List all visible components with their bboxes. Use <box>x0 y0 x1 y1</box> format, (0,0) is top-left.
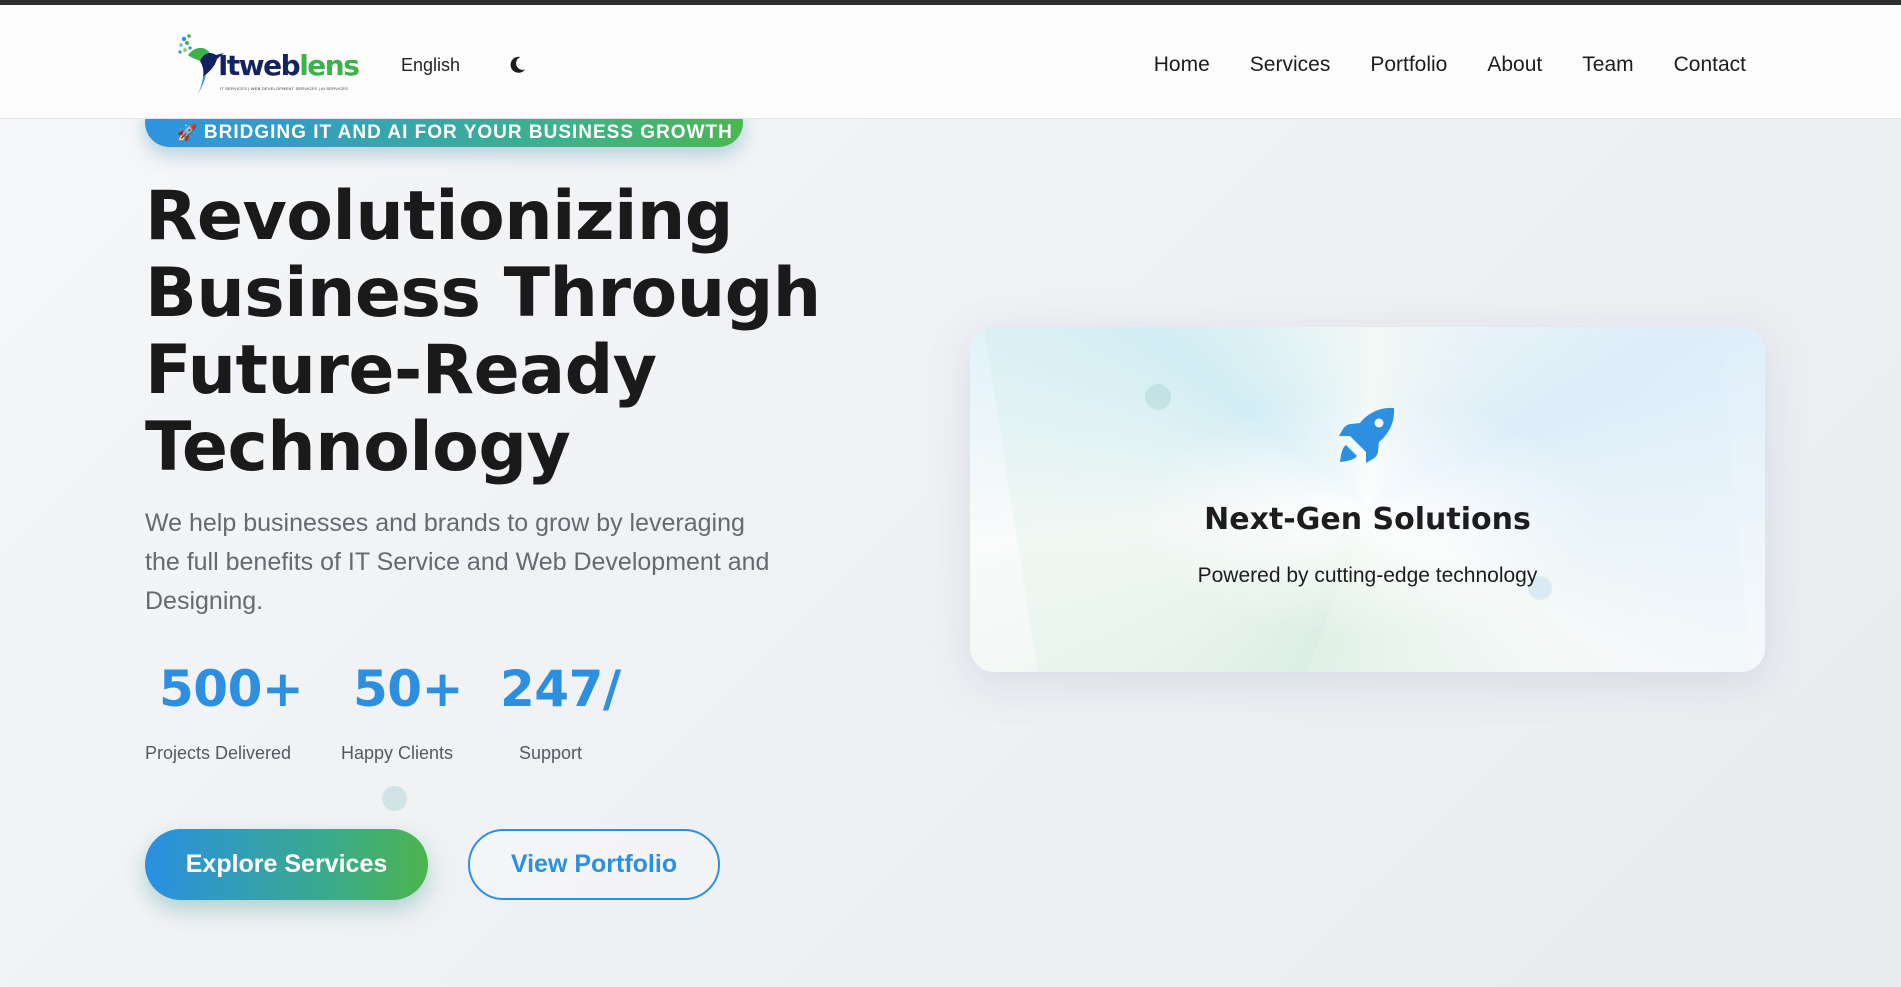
nav-home[interactable]: Home <box>1154 53 1210 77</box>
explore-services-button[interactable]: Explore Services <box>145 829 428 900</box>
stat-clients-value: 50+ <box>353 660 463 718</box>
logo-tagline: IT SERVICES | WEB DEVELOPMENT SERVICES |… <box>220 86 349 91</box>
hero-title-line: Revolutionizing <box>145 177 733 256</box>
card-glow <box>970 327 1765 672</box>
stat-clients-label: Happy Clients <box>341 743 454 763</box>
nav-contact[interactable]: Contact <box>1674 53 1746 77</box>
stat-support-value: 247/ <box>500 660 621 718</box>
nav-team[interactable]: Team <box>1582 53 1633 77</box>
hero-title: Revolutionizing Business Through Future-… <box>145 178 845 486</box>
site-header: Itweblens IT SERVICES | WEB DEVELOPMENT … <box>0 5 1901 119</box>
nav-services[interactable]: Services <box>1250 53 1331 77</box>
main-nav: Home Services Portfolio About Team Conta… <box>1154 53 1746 77</box>
badge-text: BRIDGING IT AND AI FOR YOUR BUSINESS GRO… <box>203 121 733 143</box>
hero-title-line: Business Through <box>145 254 821 333</box>
hero-title-line: Technology <box>145 408 571 487</box>
rocket-emoji-icon: 🚀 <box>177 124 198 142</box>
site-logo[interactable]: Itweblens IT SERVICES | WEB DEVELOPMENT … <box>176 31 360 97</box>
nav-about[interactable]: About <box>1487 53 1542 77</box>
decorative-dot <box>1145 384 1171 410</box>
stat-support-label: Support <box>519 743 583 763</box>
hero-description: We help businesses and brands to grow by… <box>145 509 770 615</box>
stat-projects-label: Projects Delivered <box>145 743 292 763</box>
feature-card <box>970 327 1765 672</box>
theme-toggle[interactable] <box>506 54 528 76</box>
card-subtitle: Powered by cutting-edge technology <box>1197 564 1538 587</box>
rocket-icon <box>1336 404 1398 466</box>
logo-wordmark: Itweblens <box>218 49 360 82</box>
view-portfolio-button[interactable]: View Portfolio <box>468 829 720 900</box>
stat-projects-value: 500+ <box>159 660 304 718</box>
hero-title-line: Future-Ready <box>145 331 657 410</box>
decorative-dot <box>382 786 407 811</box>
nav-portfolio[interactable]: Portfolio <box>1370 53 1447 77</box>
moon-icon <box>510 56 525 73</box>
language-selector[interactable]: English <box>401 55 460 76</box>
card-title: Next-Gen Solutions <box>1204 502 1531 537</box>
